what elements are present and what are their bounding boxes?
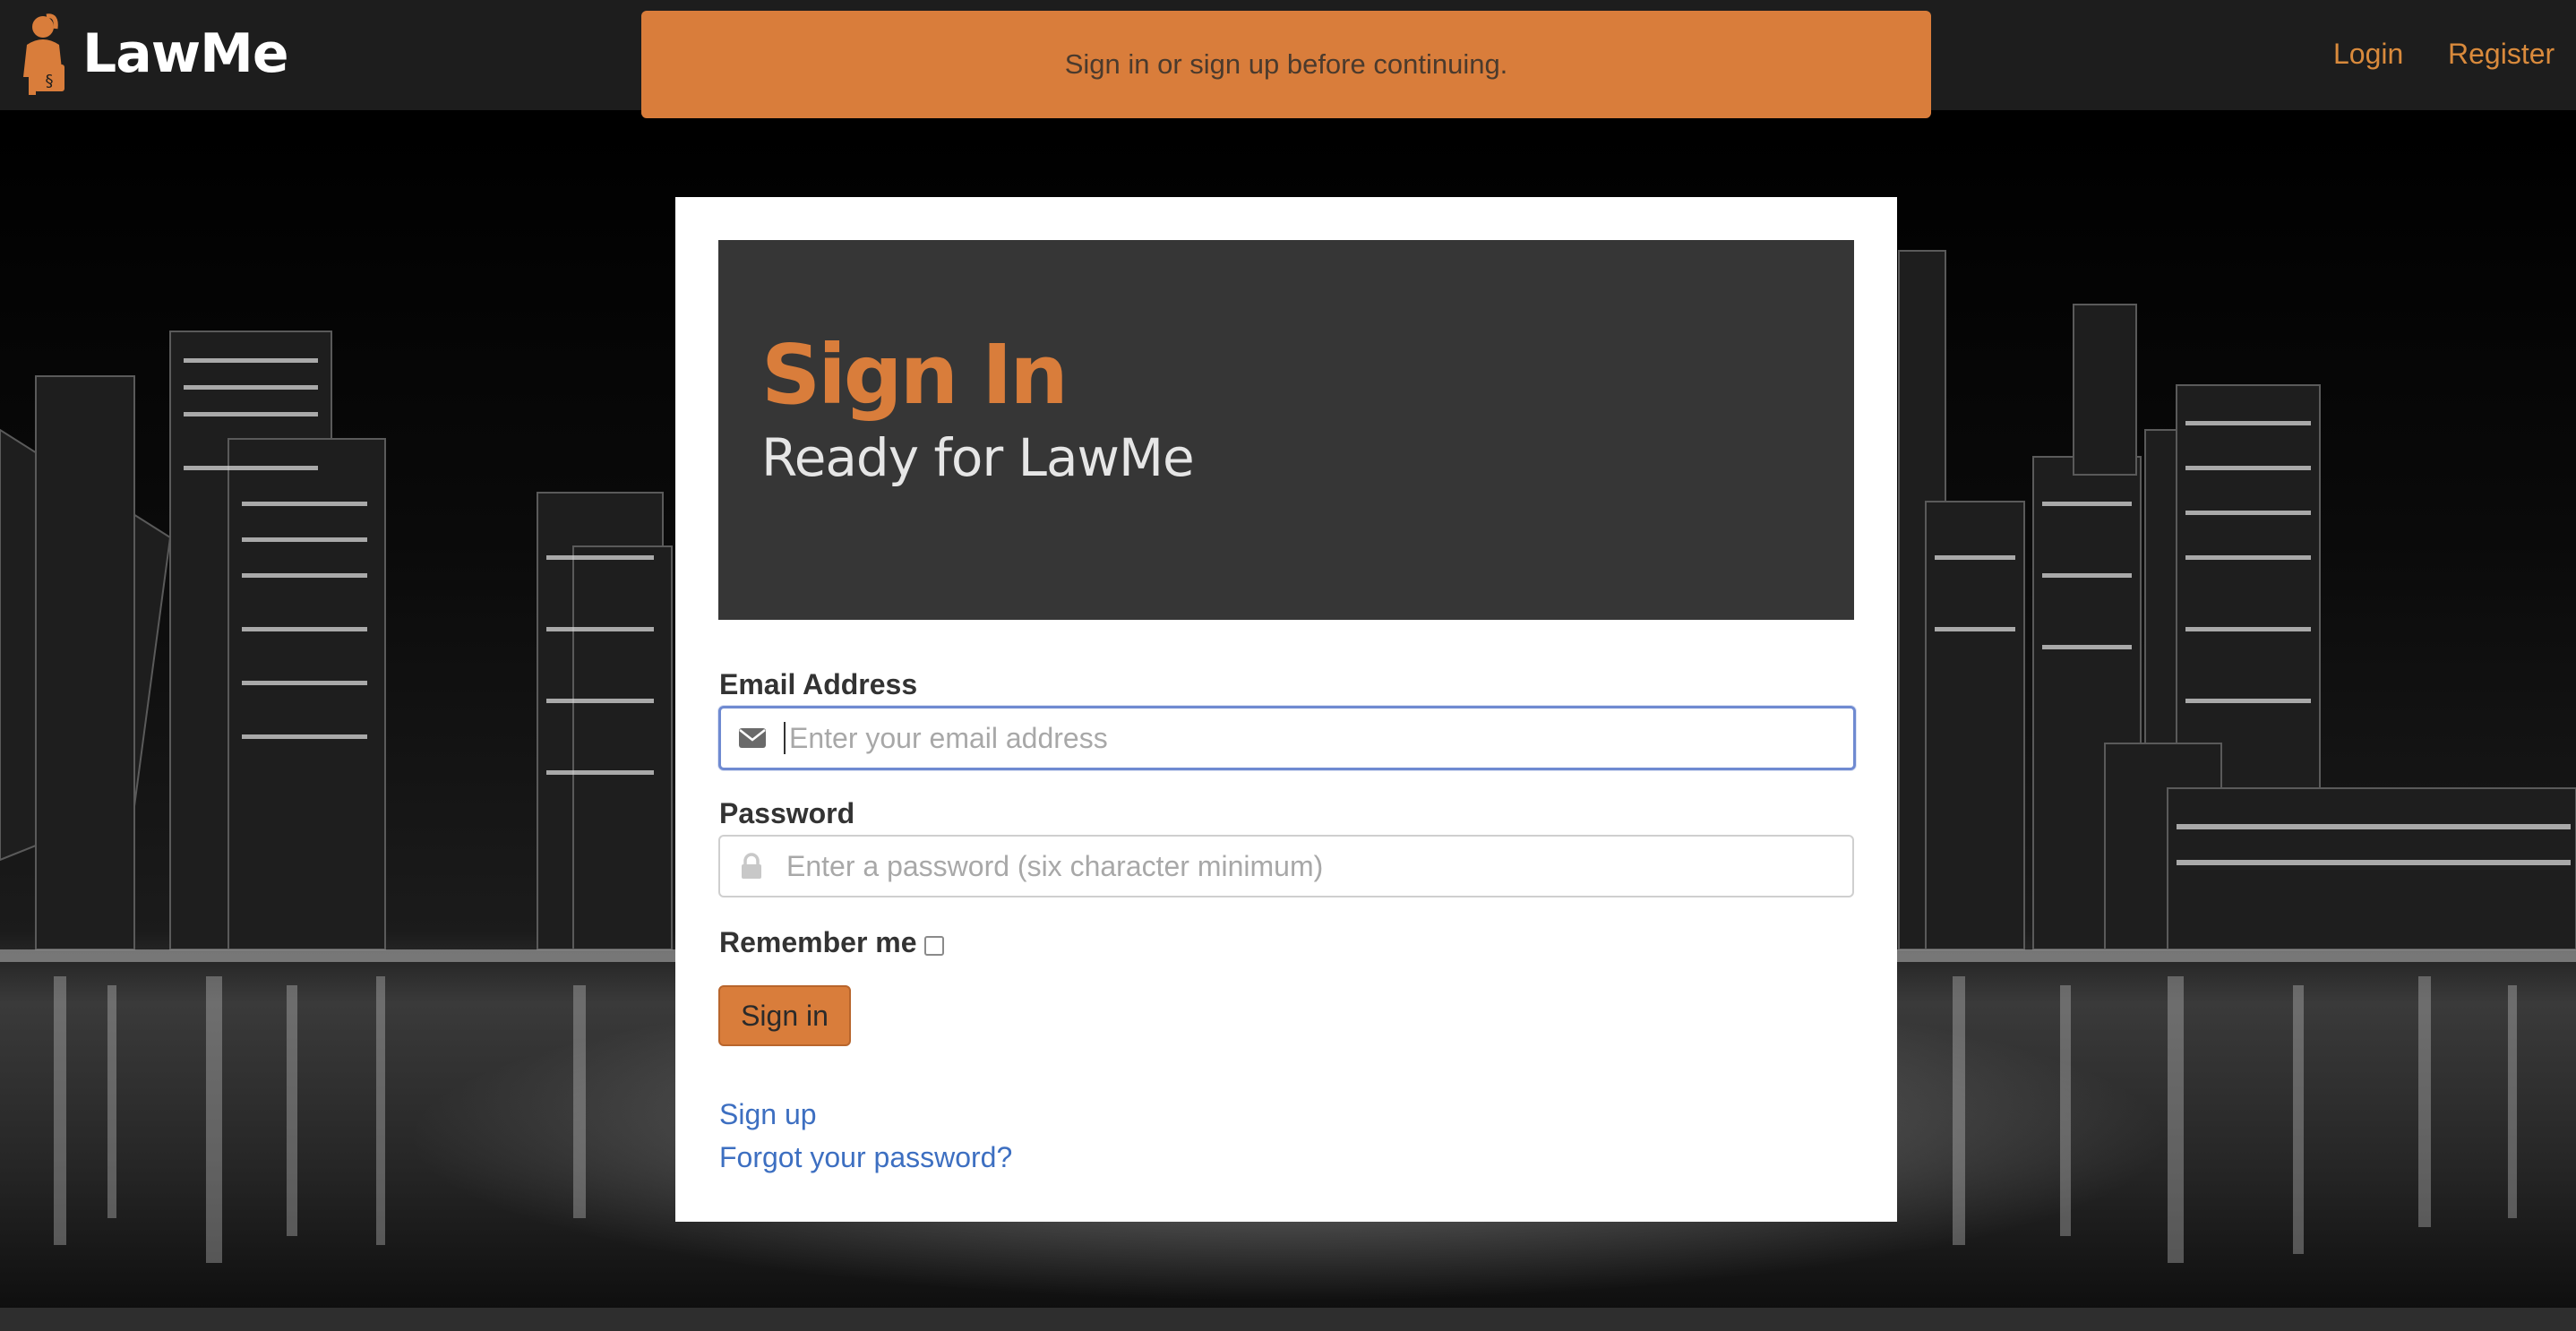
flash-alert: Sign in or sign up before continuing. (641, 11, 1931, 118)
remember-me-label: Remember me (719, 926, 917, 958)
signin-button[interactable]: Sign in (718, 985, 851, 1046)
svg-text:§: § (46, 72, 54, 90)
page-title: Sign In (761, 327, 1069, 423)
password-input[interactable] (783, 839, 1852, 893)
page-subtitle: Ready for LawMe (761, 427, 1195, 488)
nav-register-link[interactable]: Register (2448, 38, 2555, 71)
footer-bar (0, 1308, 2576, 1331)
signup-link[interactable]: Sign up (719, 1098, 817, 1131)
alert-message: Sign in or sign up before continuing. (1064, 48, 1508, 80)
remember-me-checkbox[interactable] (923, 935, 944, 956)
lock-icon (720, 837, 783, 896)
brand-home-link[interactable]: § LawMe (16, 9, 289, 99)
envelope-icon (721, 708, 784, 768)
forgot-password-link[interactable]: Forgot your password? (719, 1141, 1012, 1174)
signin-card: Sign In Ready for LawMe Email Address Pa… (675, 197, 1897, 1222)
nav-login-link[interactable]: Login (2333, 38, 2403, 71)
signin-jumbotron: Sign In Ready for LawMe (718, 240, 1854, 620)
brand-name: LawMe (82, 22, 289, 85)
email-input-group (718, 706, 1856, 770)
email-input[interactable] (786, 711, 1853, 765)
password-input-group (718, 835, 1854, 897)
lawyer-figure-icon: § (23, 13, 64, 95)
email-label: Email Address (719, 668, 918, 700)
remember-me-row: Remember me (719, 926, 944, 959)
password-label: Password (719, 797, 855, 829)
